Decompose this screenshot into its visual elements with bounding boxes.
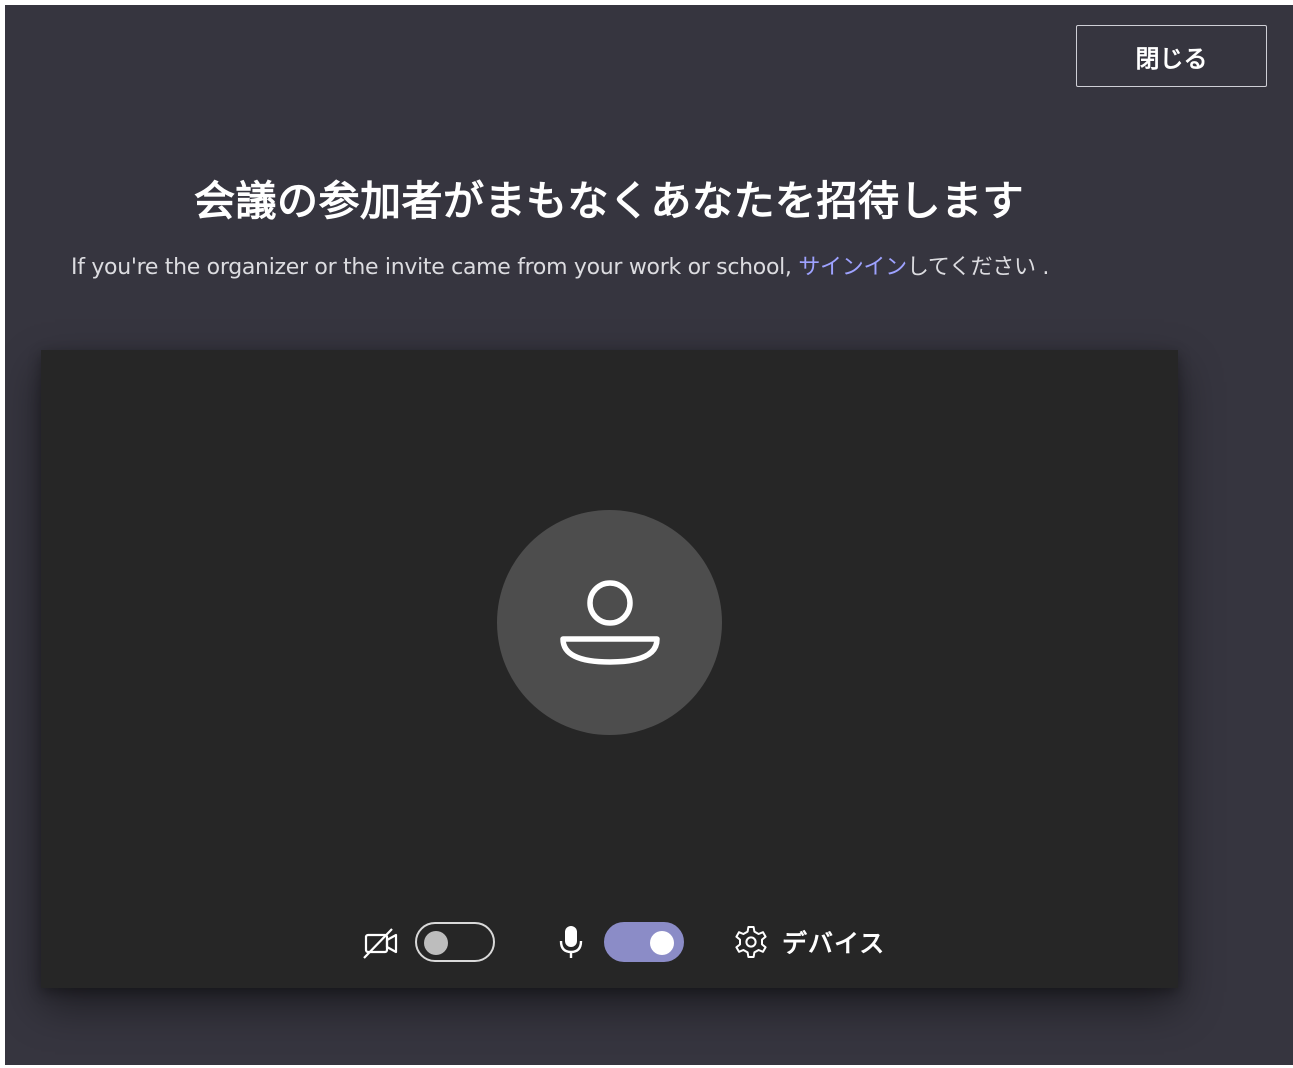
microphone-toggle-knob: [650, 931, 674, 955]
microphone-icon[interactable]: [557, 924, 585, 960]
camera-toggle-knob: [424, 931, 448, 955]
gear-icon: [735, 926, 767, 958]
camera-off-icon[interactable]: [363, 926, 401, 960]
signin-prompt: If you're the organizer or the invite ca…: [71, 249, 1049, 281]
video-preview: デバイス: [41, 350, 1178, 988]
microphone-toggle[interactable]: [604, 922, 684, 962]
page-title: 会議の参加者がまもなくあなたを招待します: [194, 177, 1024, 225]
person-icon: [559, 579, 660, 665]
signin-prompt-suffix: してください .: [906, 255, 1050, 280]
signin-link[interactable]: サインイン: [798, 255, 907, 280]
camera-toggle[interactable]: [415, 922, 495, 962]
avatar: [497, 510, 722, 735]
close-button[interactable]: 閉じる: [1076, 25, 1267, 87]
signin-prompt-text: If you're the organizer or the invite ca…: [71, 255, 799, 280]
device-controls: デバイス: [41, 920, 1178, 964]
device-settings-button[interactable]: デバイス: [733, 922, 885, 962]
pre-join-window: 閉じる 会議の参加者がまもなくあなたを招待します If you're the o…: [5, 5, 1293, 1065]
device-settings-label: デバイス: [782, 929, 886, 958]
